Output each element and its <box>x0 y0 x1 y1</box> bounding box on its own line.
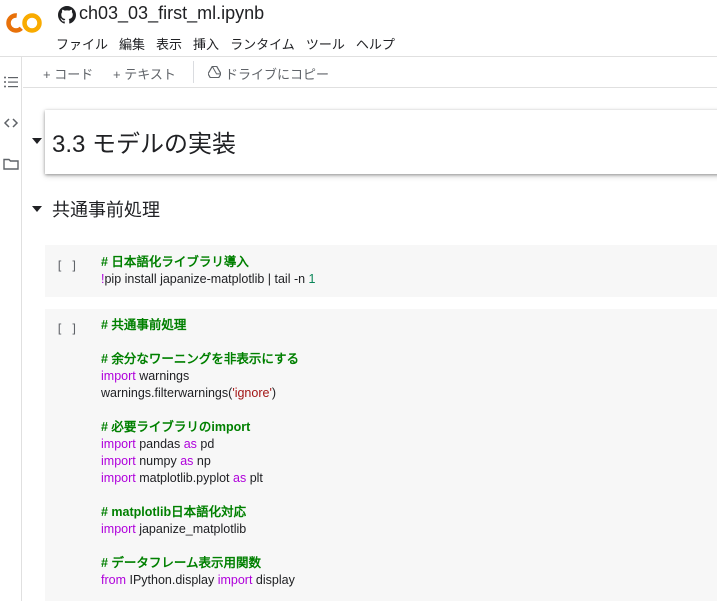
menu-edit[interactable]: 編集 <box>119 34 145 53</box>
code-snippets-icon[interactable] <box>2 114 20 132</box>
code-line: # 余分なワーニングを非表示にする <box>101 351 299 368</box>
code-text: display <box>252 573 295 587</box>
code-line: from IPython.display import display <box>101 572 299 589</box>
code-comment: # matplotlib日本語化対応 <box>101 505 247 519</box>
code-line: import numpy as np <box>101 453 299 470</box>
code-string: 'ignore' <box>232 386 272 400</box>
menu-tools[interactable]: ツール <box>306 34 345 53</box>
code-line: import pandas as pd <box>101 436 299 453</box>
files-folder-icon[interactable] <box>2 155 20 173</box>
code-keyword: import <box>101 369 136 383</box>
add-text-button[interactable]: + テキスト <box>113 64 176 83</box>
table-of-contents-icon[interactable] <box>2 73 20 91</box>
subsection-title: 共通事前処理 <box>52 200 160 220</box>
code-comment: # 共通事前処理 <box>101 318 187 332</box>
menu-insert[interactable]: 挿入 <box>193 34 219 53</box>
code-keyword: as <box>233 471 247 485</box>
github-icon <box>58 6 76 24</box>
code-text: numpy <box>135 454 181 468</box>
code-keyword: as <box>183 437 197 451</box>
code-keyword: import <box>101 454 136 468</box>
google-drive-icon <box>208 66 221 78</box>
run-cell-button[interactable]: [ ] <box>56 259 78 273</box>
section-title: 3.3 モデルの実装 <box>52 131 237 158</box>
code-text: pip install japanize-matplotlib | tail -… <box>104 272 309 286</box>
code-keyword: from <box>101 573 126 587</box>
code-line: !pip install japanize-matplotlib | tail … <box>101 271 315 288</box>
code-text: warnings.filterwarnings( <box>101 386 233 400</box>
header: ch03_03_first_ml.ipynb ファイル 編集 表示 挿入 ランタ… <box>0 0 717 56</box>
code-line: import warnings <box>101 368 299 385</box>
code-line: # 共通事前処理 <box>101 317 299 334</box>
code-text: ) <box>271 386 277 400</box>
code-text: np <box>193 454 211 468</box>
menu-runtime[interactable]: ランタイム <box>230 34 295 53</box>
code-line: # matplotlib日本語化対応 <box>101 504 299 521</box>
code-text: IPython.display <box>126 573 218 587</box>
collapse-subsection-caret-icon[interactable] <box>32 206 42 212</box>
code-cell-1-source[interactable]: # 日本語化ライブラリ導入 !pip install japanize-matpl… <box>101 254 315 288</box>
code-text: japanize_matplotlib <box>135 522 247 536</box>
code-line: # 必要ライブラリのimport <box>101 419 299 436</box>
menu-file[interactable]: ファイル <box>56 34 108 53</box>
code-line: # 日本語化ライブラリ導入 <box>101 254 315 271</box>
code-text: warnings <box>135 369 190 383</box>
code-line: # データフレーム表示用関数 <box>101 555 299 572</box>
collapse-section-caret-icon[interactable] <box>32 138 42 144</box>
left-rail <box>0 57 22 601</box>
run-cell-button[interactable]: [ ] <box>56 322 78 336</box>
copy-to-drive-button[interactable]: ドライブにコピー <box>225 64 329 83</box>
code-cell-2-source[interactable]: # 共通事前処理 # 余分なワーニングを非表示にする import warnings… <box>101 317 299 589</box>
code-comment: # 必要ライブラリのimport <box>101 420 251 434</box>
menu-view[interactable]: 表示 <box>156 34 182 53</box>
code-keyword: import <box>101 471 136 485</box>
code-keyword: as <box>180 454 194 468</box>
code-text: pd <box>196 437 215 451</box>
code-line: import japanize_matplotlib <box>101 521 299 538</box>
code-text: pandas <box>135 437 184 451</box>
code-line: import matplotlib.pyplot as plt <box>101 470 299 487</box>
code-comment: # 余分なワーニングを非表示にする <box>101 352 300 366</box>
add-code-button[interactable]: + コード <box>43 64 93 83</box>
notebook-title[interactable]: ch03_03_first_ml.ipynb <box>79 3 264 24</box>
code-number: 1 <box>308 272 316 286</box>
code-keyword: import <box>217 573 253 587</box>
code-text: plt <box>246 471 263 485</box>
colab-logo[interactable] <box>6 12 42 34</box>
notebook-toolbar: + コード + テキスト ドライブにコピー <box>23 57 717 87</box>
code-keyword: import <box>101 437 136 451</box>
code-keyword: import <box>101 522 136 536</box>
menu-help[interactable]: ヘルプ <box>356 34 395 53</box>
code-comment: # データフレーム表示用関数 <box>101 556 262 570</box>
code-line: warnings.filterwarnings('ignore') <box>101 385 299 402</box>
code-text: matplotlib.pyplot <box>135 471 234 485</box>
toolbar-separator <box>193 61 194 83</box>
code-comment: # 日本語化ライブラリ導入 <box>101 255 249 269</box>
toolbar-divider <box>23 87 717 88</box>
menu-bar: ファイル 編集 表示 挿入 ランタイム ツール ヘルプ <box>56 34 406 53</box>
